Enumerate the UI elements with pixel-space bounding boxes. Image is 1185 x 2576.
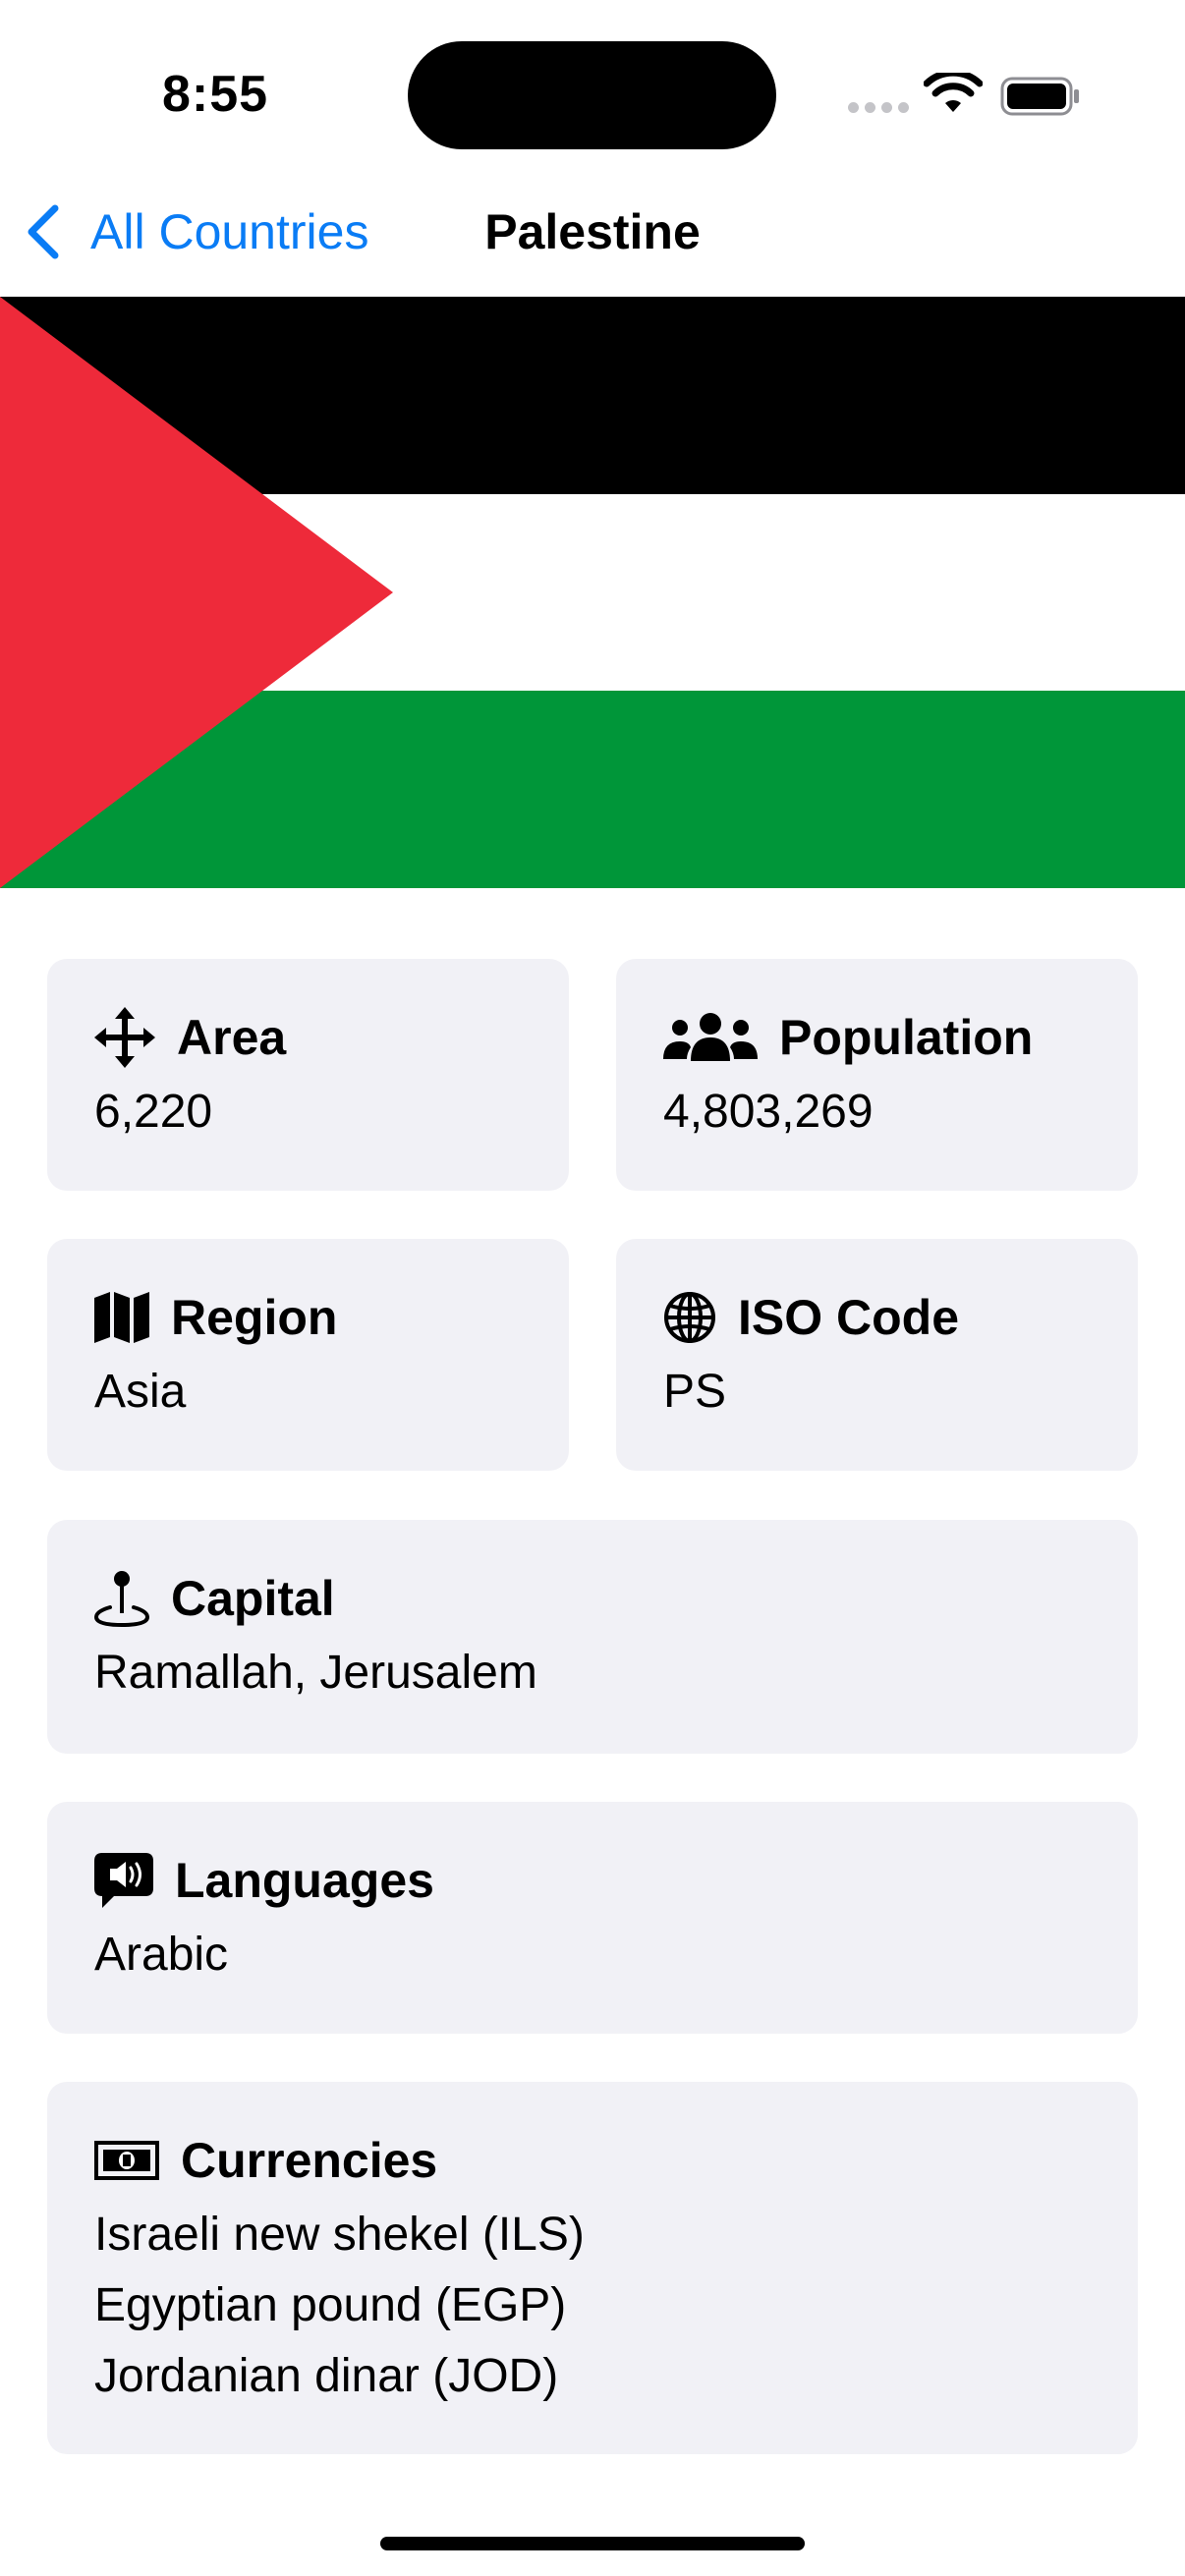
- region-card: Region Asia: [47, 1239, 569, 1471]
- pin-icon: [94, 1571, 149, 1627]
- globe-icon: [664, 1292, 715, 1343]
- area-card: Area 6,220: [47, 959, 569, 1191]
- dynamic-island: [408, 41, 776, 149]
- map-icon: [94, 1292, 149, 1343]
- back-button-label: All Countries: [90, 204, 369, 259]
- area-label: Area: [177, 1010, 287, 1065]
- iso-code-value: PS: [663, 1366, 727, 1418]
- iso-code-label: ISO Code: [738, 1290, 960, 1345]
- currency-item: Jordanian dinar (JOD): [94, 2350, 559, 2402]
- people-icon: [663, 1013, 758, 1061]
- cellular-signal-icon: [848, 102, 909, 113]
- banknote-icon: [94, 2141, 159, 2180]
- area-value: 6,220: [94, 1086, 213, 1138]
- currency-item: Israeli new shekel (ILS): [94, 2209, 585, 2261]
- back-button[interactable]: All Countries: [24, 196, 368, 267]
- country-flag: [0, 297, 1185, 888]
- battery-icon: [1000, 77, 1079, 116]
- population-label: Population: [779, 1010, 1034, 1065]
- status-time: 8:55: [162, 66, 269, 123]
- currencies-label: Currencies: [181, 2133, 438, 2188]
- languages-label: Languages: [175, 1853, 434, 1908]
- capital-label: Capital: [171, 1571, 335, 1626]
- chevron-left-icon: [28, 204, 59, 259]
- population-value: 4,803,269: [663, 1086, 874, 1138]
- region-value: Asia: [94, 1366, 187, 1418]
- currencies-card: Currencies Israeli new shekel (ILS) Egyp…: [47, 2082, 1138, 2454]
- capital-value: Ramallah, Jerusalem: [94, 1647, 537, 1699]
- status-bar: 8:55: [0, 0, 1185, 177]
- home-indicator[interactable]: [380, 2537, 805, 2550]
- currency-item: Egyptian pound (EGP): [94, 2279, 567, 2331]
- wifi-icon: [924, 73, 983, 112]
- languages-value: Arabic: [94, 1929, 229, 1981]
- currencies-list: Israeli new shekel (ILS) Egyptian pound …: [94, 2200, 585, 2412]
- languages-card: Languages Arabic: [47, 1802, 1138, 2034]
- move-arrows-icon: [94, 1007, 155, 1068]
- population-card: Population 4,803,269: [616, 959, 1138, 1191]
- iso-code-card: ISO Code PS: [616, 1239, 1138, 1471]
- speech-bubble-speaker-icon: [94, 1853, 153, 1908]
- capital-card: Capital Ramallah, Jerusalem: [47, 1520, 1138, 1754]
- region-label: Region: [171, 1290, 338, 1345]
